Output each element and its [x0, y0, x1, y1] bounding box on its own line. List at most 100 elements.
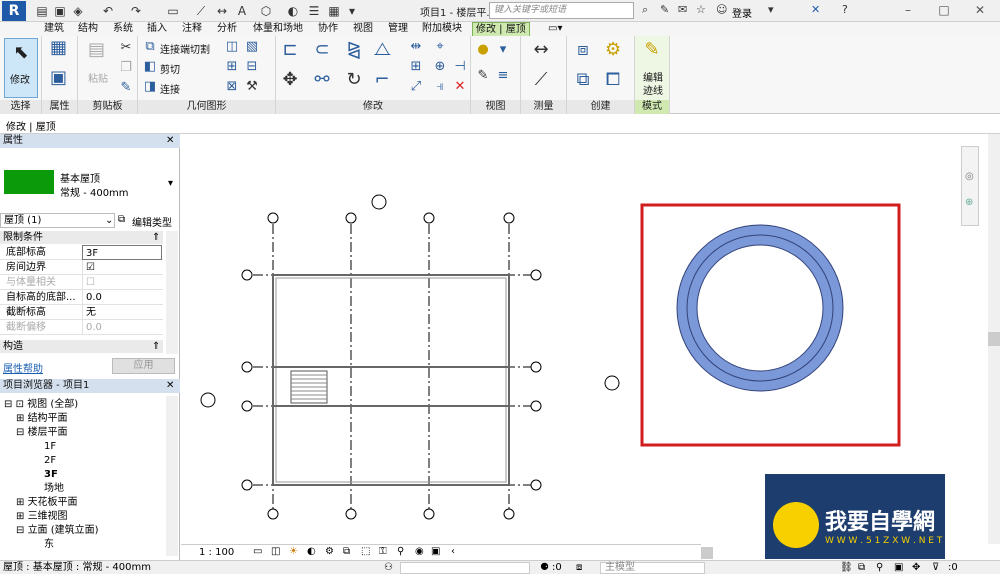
- tab-analyze[interactable]: 分析: [217, 22, 237, 36]
- render-icon[interactable]: ⚙: [325, 546, 334, 557]
- help-icon[interactable]: ?: [842, 3, 848, 16]
- align-icon[interactable]: ⊏: [282, 41, 298, 59]
- reveal-hidden-icon[interactable]: ◉: [415, 546, 424, 557]
- copy-icon[interactable]: ❐: [118, 60, 134, 76]
- tab-architecture[interactable]: 建筑: [44, 22, 64, 36]
- tab-manage[interactable]: 管理: [388, 22, 408, 36]
- temp-hide-icon[interactable]: ⚲: [397, 546, 404, 557]
- linework-icon[interactable]: ≡: [495, 68, 511, 84]
- join-cut-icon[interactable]: ⧉: [142, 39, 158, 55]
- paste-icon[interactable]: ▤: [88, 41, 105, 59]
- minimize-icon[interactable]: –: [898, 1, 918, 19]
- wall-joins-icon[interactable]: ⊞: [224, 59, 240, 75]
- base-level-input[interactable]: 3F: [82, 245, 162, 260]
- edit-type-button[interactable]: 编辑类型: [132, 214, 172, 229]
- visual-style-icon[interactable]: ◫: [271, 546, 280, 557]
- thin-lines-icon[interactable]: ☰: [306, 3, 322, 19]
- tree-floor-1f[interactable]: 1F: [44, 440, 56, 454]
- tab-structure[interactable]: 结构: [78, 22, 98, 36]
- move-icon[interactable]: ✥: [282, 71, 298, 89]
- delete-icon[interactable]: ✕: [452, 79, 468, 95]
- undo-icon[interactable]: ↶: [100, 3, 116, 19]
- copy-element-icon[interactable]: ⚯: [314, 71, 330, 89]
- browser-close-icon[interactable]: ✕: [166, 380, 174, 391]
- horizontal-scroll-thumb[interactable]: [701, 547, 713, 559]
- cut-geometry-icon[interactable]: ◧: [142, 59, 158, 75]
- type-name[interactable]: 基本屋顶: [60, 170, 100, 185]
- unpin-icon[interactable]: ⌖: [432, 39, 448, 55]
- properties-scrollbar[interactable]: [166, 231, 178, 354]
- tree-3d-views[interactable]: ⊞ 三维视图: [16, 510, 68, 524]
- section-icon[interactable]: ◐: [285, 3, 301, 19]
- brush-icon[interactable]: ✎: [475, 68, 491, 84]
- sun-path-icon[interactable]: ☀: [289, 546, 298, 557]
- join-geometry-icon[interactable]: ◨: [142, 79, 158, 95]
- cut-label[interactable]: 剪切: [160, 61, 180, 76]
- workset-dropdown[interactable]: [400, 562, 530, 574]
- user-icon[interactable]: ☺: [716, 3, 727, 16]
- subscription-icon[interactable]: ✎: [660, 3, 669, 16]
- trim-single-icon[interactable]: ⊣: [452, 59, 468, 75]
- tree-floor-2f[interactable]: 2F: [44, 454, 56, 468]
- tab-modify-roof[interactable]: 修改 | 屋顶: [472, 22, 530, 36]
- canvas-vertical-scrollbar[interactable]: [988, 134, 1000, 544]
- favorites-star-icon[interactable]: ☆: [696, 3, 706, 16]
- tab-systems[interactable]: 系统: [113, 22, 133, 36]
- tree-east[interactable]: 东: [44, 538, 54, 552]
- edit-footprint-label-2[interactable]: 迹线: [643, 82, 663, 97]
- switch-windows-icon[interactable]: ▾: [344, 3, 360, 19]
- tab-addins[interactable]: 附加模块: [422, 22, 462, 36]
- array-icon[interactable]: ⊞: [408, 59, 424, 75]
- tree-floor-plans[interactable]: ⊟ 楼层平面: [16, 426, 68, 440]
- save-icon[interactable]: ▣: [52, 3, 68, 19]
- redo-icon[interactable]: ↷: [128, 3, 144, 19]
- steering-wheel-icon[interactable]: ◎: [965, 171, 974, 182]
- paint-icon[interactable]: ▧: [244, 39, 260, 55]
- instance-selector[interactable]: 屋顶 (1) ⌄: [0, 213, 115, 228]
- tab-insert[interactable]: 插入: [147, 22, 167, 36]
- mirror-axis-icon[interactable]: ⧎: [346, 41, 362, 59]
- room-bounding-checkbox[interactable]: ☑: [82, 260, 162, 275]
- tree-ceiling-plans[interactable]: ⊞ 天花板平面: [16, 496, 78, 510]
- type-properties-icon[interactable]: ▦: [50, 39, 67, 57]
- revit-logo-icon[interactable]: R: [2, 1, 26, 21]
- edit-footprint-icon[interactable]: ✎: [644, 41, 660, 59]
- properties-help-link[interactable]: 属性帮助: [3, 360, 43, 375]
- tab-annotate[interactable]: 注释: [182, 22, 202, 36]
- design-options-icon[interactable]: ⧈: [576, 561, 582, 575]
- select-by-face-icon[interactable]: ▣: [894, 561, 903, 575]
- cut-scissors-icon[interactable]: ✂: [118, 40, 134, 56]
- tab-collaborate[interactable]: 协作: [318, 22, 338, 36]
- trim-extend-icon[interactable]: ⌐: [374, 71, 390, 89]
- open-icon[interactable]: ▤: [34, 3, 50, 19]
- create-group-icon[interactable]: ⧉: [575, 71, 591, 89]
- join-cut-label[interactable]: 连接端切割: [160, 41, 210, 56]
- select-pinned-icon[interactable]: ⚲: [876, 561, 883, 575]
- base-offset-value[interactable]: 0.0: [82, 290, 162, 305]
- split-element-icon[interactable]: ⇹: [408, 39, 424, 55]
- split-face-icon[interactable]: ◫: [224, 39, 240, 55]
- modify-button[interactable]: ⬉ 修改: [4, 38, 38, 98]
- tree-floor-3f[interactable]: 3F: [44, 468, 58, 482]
- construction-header[interactable]: 构造 ⇑: [0, 340, 163, 353]
- browser-scrollbar[interactable]: [166, 396, 178, 556]
- exchange-apps-icon[interactable]: ✕: [811, 3, 820, 16]
- close-hidden-icon[interactable]: ▦: [326, 3, 342, 19]
- properties-close-icon[interactable]: ✕: [166, 135, 174, 146]
- print-icon[interactable]: ▭: [165, 3, 181, 19]
- search-input[interactable]: 键入关键字或短语: [489, 2, 634, 19]
- select-links-icon[interactable]: ⛓: [840, 561, 853, 575]
- mirror-draw-icon[interactable]: ⧍: [374, 41, 391, 59]
- beam-join-icon[interactable]: ⊠: [224, 79, 240, 95]
- properties-palette-icon[interactable]: ▣: [50, 69, 67, 87]
- tree-site[interactable]: 场地: [44, 482, 64, 496]
- scale-icon[interactable]: ⤢: [408, 79, 424, 95]
- rotate-icon[interactable]: ↻: [346, 71, 362, 89]
- join-label[interactable]: 连接: [160, 81, 180, 96]
- dimension-icon[interactable]: ↔: [214, 3, 230, 19]
- type-sub[interactable]: 常规 - 400mm: [60, 184, 129, 199]
- scroll-thumb[interactable]: [988, 332, 1000, 346]
- worksets-icon[interactable]: ⚇: [384, 561, 393, 575]
- show-crop-icon[interactable]: ⬚: [361, 546, 370, 557]
- communication-icon[interactable]: ✉: [678, 3, 687, 16]
